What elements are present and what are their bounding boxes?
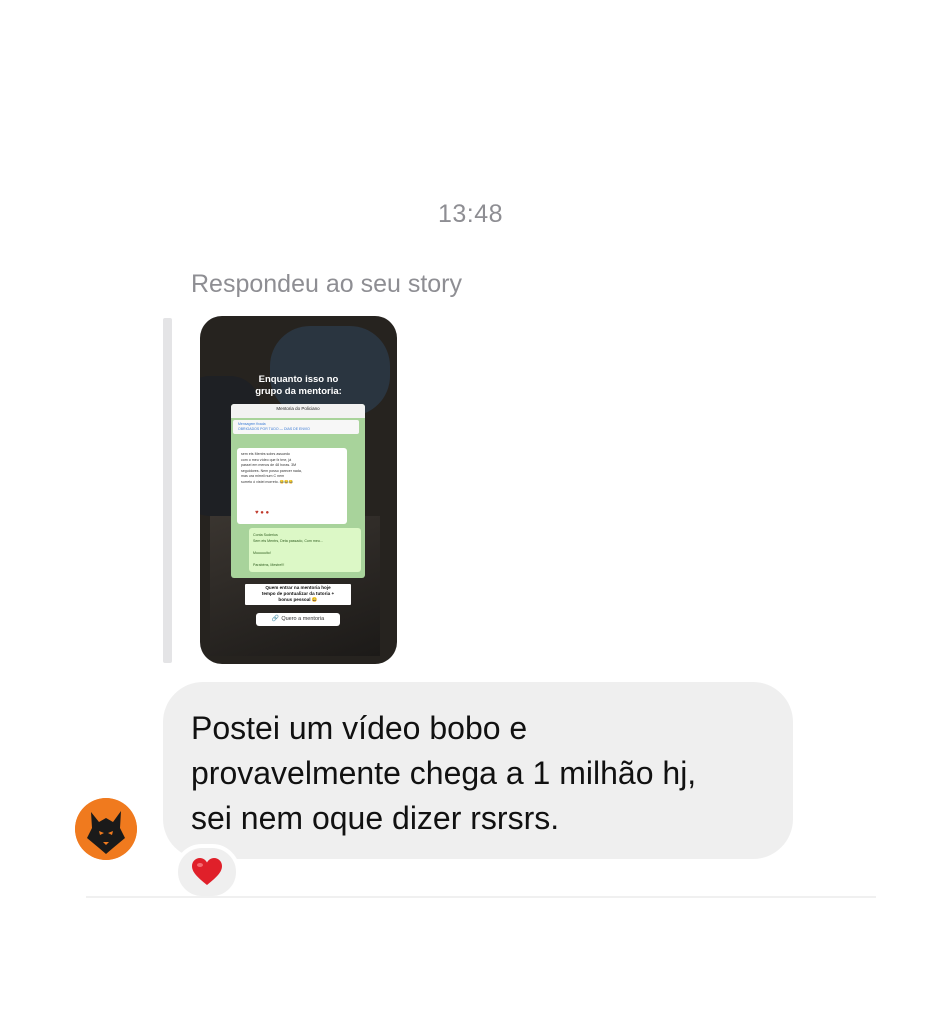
heart-reaction[interactable]	[174, 844, 240, 900]
dm-conversation: 13:48 Respondeu ao seu story Enquanto is…	[0, 0, 941, 1011]
story-background-shape	[270, 326, 390, 416]
message-text: Postei um vídeo bobo e provavelmente che…	[191, 710, 697, 836]
heart-icon	[192, 857, 222, 885]
story-title: Enquanto isso no grupo da mentoria:	[255, 374, 342, 397]
chat-screenshot-pinned-text: Mensagem fixada OBRIGADOS POR TUDO — DIA…	[238, 422, 310, 431]
chat-screenshot-bubble-text: sem ets Mentrs sobrs assuedo com o meu v…	[241, 452, 302, 484]
chat-screenshot-title: Mentoria do Policiano	[276, 406, 320, 411]
composer-divider	[86, 896, 876, 898]
story-caption: Quem entrar na mentoria hoje tempo de po…	[245, 584, 351, 605]
sender-avatar[interactable]	[75, 798, 137, 860]
chat-screenshot-reactions: ♥ ● ●	[255, 510, 270, 516]
chat-screenshot-bubble: sem ets Mentrs sobrs assuedo com o meu v…	[237, 448, 347, 524]
chat-screenshot-reply-bubble: Conta Suderius Sem ets Mentrs, Deta pass…	[249, 528, 361, 572]
wolf-icon	[75, 798, 137, 860]
reply-quote-bar	[163, 318, 172, 663]
chat-screenshot-header: Mentoria do Policiano	[231, 404, 365, 418]
story-chat-screenshot: Mentoria do Policiano Mensagem fixada OB…	[231, 404, 365, 578]
link-icon: 🔗	[271, 616, 280, 622]
story-link-sticker[interactable]: 🔗 Quero a mentoria	[256, 613, 340, 626]
chat-screenshot-reply-text: Conta Suderius Sem ets Mentrs, Deta pass…	[253, 533, 323, 567]
story-preview[interactable]: Enquanto isso no grupo da mentoria: Ment…	[200, 316, 397, 664]
message-timestamp: 13:48	[437, 200, 504, 228]
chat-screenshot-pinned: Mensagem fixada OBRIGADOS POR TUDO — DIA…	[233, 420, 359, 434]
story-reply-label: Respondeu ao seu story	[191, 270, 463, 298]
story-link-label: Quero a mentoria	[281, 616, 325, 622]
